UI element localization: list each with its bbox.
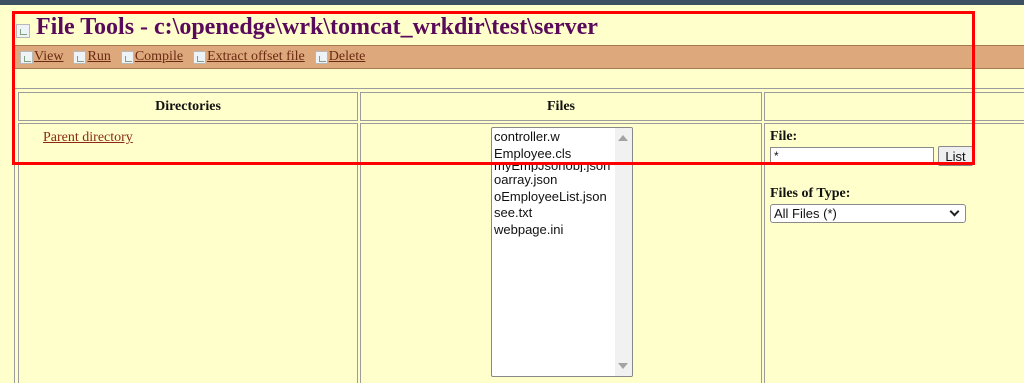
list-item[interactable]: myEmpJsonobj.json: [494, 162, 614, 172]
delete-label[interactable]: Delete: [329, 49, 366, 65]
list-item[interactable]: oarray.json: [494, 172, 614, 189]
files-header-label: Files: [547, 98, 575, 114]
list-button[interactable]: List: [938, 146, 973, 166]
files-cell: controller.w Employee.cls myEmpJsonobj.j…: [360, 123, 762, 383]
compile-icon: [120, 50, 134, 64]
file-label: File:: [770, 129, 798, 144]
view-icon: [20, 50, 33, 64]
view-label[interactable]: View: [34, 49, 63, 65]
files-of-type-select[interactable]: All Files (*): [770, 204, 966, 223]
compile-button[interactable]: Compile: [120, 49, 183, 65]
files-of-type-label: Files of Type:: [770, 186, 851, 201]
list-item[interactable]: webpage.ini: [494, 222, 614, 239]
run-icon: [73, 50, 87, 64]
delete-icon: [314, 50, 328, 64]
list-item[interactable]: oEmployeeList.json: [494, 189, 614, 206]
run-label[interactable]: Run: [87, 49, 110, 65]
list-item[interactable]: controller.w: [494, 129, 614, 146]
delete-button[interactable]: Delete: [314, 49, 366, 65]
scroll-up-icon[interactable]: [618, 135, 628, 141]
options-header: [764, 92, 1024, 121]
page-header: File Tools - c:\openedge\wrk\tomcat_wrkd…: [16, 12, 598, 42]
files-listbox[interactable]: controller.w Employee.cls myEmpJsonobj.j…: [491, 127, 633, 377]
window-top-edge: [0, 0, 1024, 5]
file-tools-table: Directories Files Parent directory contr…: [14, 88, 1024, 383]
extract-offset-file-button[interactable]: Extract offset file: [193, 49, 305, 65]
chevron-down-icon: [949, 206, 960, 217]
scroll-down-icon[interactable]: [618, 363, 628, 369]
files-header: Files: [360, 92, 762, 121]
broken-image-icon: [16, 24, 30, 38]
list-item[interactable]: Employee.cls: [494, 146, 614, 163]
parent-directory-link[interactable]: Parent directory: [43, 130, 133, 146]
list-item[interactable]: see.txt: [494, 205, 614, 222]
extract-icon: [193, 50, 207, 64]
toolbar: View Run Compile Extract offset file Del…: [12, 45, 1024, 69]
files-of-type-value: All Files (*): [774, 206, 837, 221]
directories-header: Directories: [18, 92, 358, 121]
view-button[interactable]: View: [20, 49, 63, 65]
filter-cell: File: List Files of Type: All Files (*): [764, 123, 1024, 383]
run-button[interactable]: Run: [73, 49, 111, 65]
extract-offset-file-label[interactable]: Extract offset file: [207, 49, 305, 65]
compile-label[interactable]: Compile: [135, 49, 183, 65]
files-scrollbar[interactable]: [615, 128, 632, 376]
files-list: controller.w Employee.cls myEmpJsonobj.j…: [494, 129, 614, 238]
directories-header-label: Directories: [155, 98, 221, 114]
file-pattern-input[interactable]: [770, 147, 934, 165]
directories-cell: Parent directory: [18, 123, 358, 383]
page-title: File Tools - c:\openedge\wrk\tomcat_wrkd…: [36, 13, 598, 40]
